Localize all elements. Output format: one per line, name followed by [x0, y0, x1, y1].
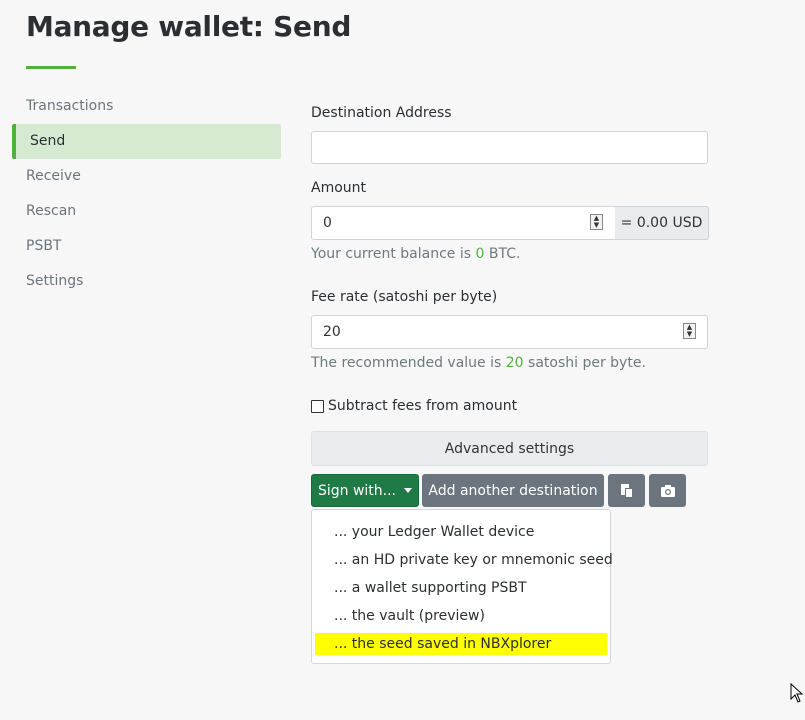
sign-option-vault[interactable]: ... the vault (preview)	[315, 605, 607, 627]
sign-with-button[interactable]: Sign with...	[311, 474, 419, 507]
sign-option-psbt[interactable]: ... a wallet supporting PSBT	[315, 577, 607, 599]
amount-input[interactable]: 0 ▲ ▼	[311, 206, 616, 240]
recommended-fee-value: 20	[505, 355, 524, 371]
scan-qr-button[interactable]	[649, 474, 686, 507]
destination-address-input[interactable]	[311, 131, 708, 164]
balance-help-text: Your current balance is 0 BTC.	[311, 246, 521, 262]
amount-spinner[interactable]: ▲ ▼	[590, 214, 603, 230]
amount-value: 0	[323, 215, 332, 231]
advanced-settings-toggle[interactable]: Advanced settings	[311, 431, 708, 466]
usd-conversion-addon: = 0.00 USD	[615, 206, 709, 240]
fee-rate-value: 20	[323, 324, 341, 340]
fee-rate-label: Fee rate (satoshi per byte)	[311, 289, 498, 305]
sidebar-item-rescan[interactable]: Rescan	[12, 194, 281, 229]
page-title: Manage wallet: Send	[26, 10, 352, 43]
camera-icon	[660, 484, 675, 497]
sidebar-item-receive[interactable]: Receive	[12, 159, 281, 194]
sidebar-item-send[interactable]: Send	[12, 124, 281, 159]
sidebar-nav: Transactions Send Receive Rescan PSBT Se…	[12, 89, 281, 299]
paste-button[interactable]	[608, 474, 645, 507]
fee-help-text: The recommended value is 20 satoshi per …	[311, 355, 646, 371]
caret-down-icon	[404, 488, 413, 493]
sign-option-nbxplorer-seed[interactable]: ... the seed saved in NBXplorer	[315, 633, 607, 655]
subtract-fees-row: Subtract fees from amount	[311, 398, 517, 414]
clipboard-icon	[620, 483, 633, 498]
sign-option-hd-key[interactable]: ... an HD private key or mnemonic seed	[315, 549, 613, 571]
amount-label: Amount	[311, 180, 367, 196]
title-underline	[26, 66, 76, 69]
add-destination-button[interactable]: Add another destination	[422, 474, 604, 507]
mouse-cursor-icon	[790, 683, 804, 703]
subtract-fees-label[interactable]: Subtract fees from amount	[328, 398, 517, 414]
fee-rate-spinner[interactable]: ▲ ▼	[683, 323, 696, 339]
sign-with-dropdown: ... your Ledger Wallet device ... an HD …	[311, 509, 613, 664]
sidebar-item-transactions[interactable]: Transactions	[12, 89, 281, 124]
sign-with-label: Sign with...	[317, 482, 397, 499]
subtract-fees-checkbox[interactable]	[311, 399, 324, 413]
fee-rate-input[interactable]: 20 ▲ ▼	[311, 315, 708, 349]
destination-label: Destination Address	[311, 105, 452, 121]
sign-option-ledger[interactable]: ... your Ledger Wallet device	[315, 521, 607, 543]
sidebar-item-psbt[interactable]: PSBT	[12, 229, 281, 264]
sidebar-item-settings[interactable]: Settings	[12, 264, 281, 299]
